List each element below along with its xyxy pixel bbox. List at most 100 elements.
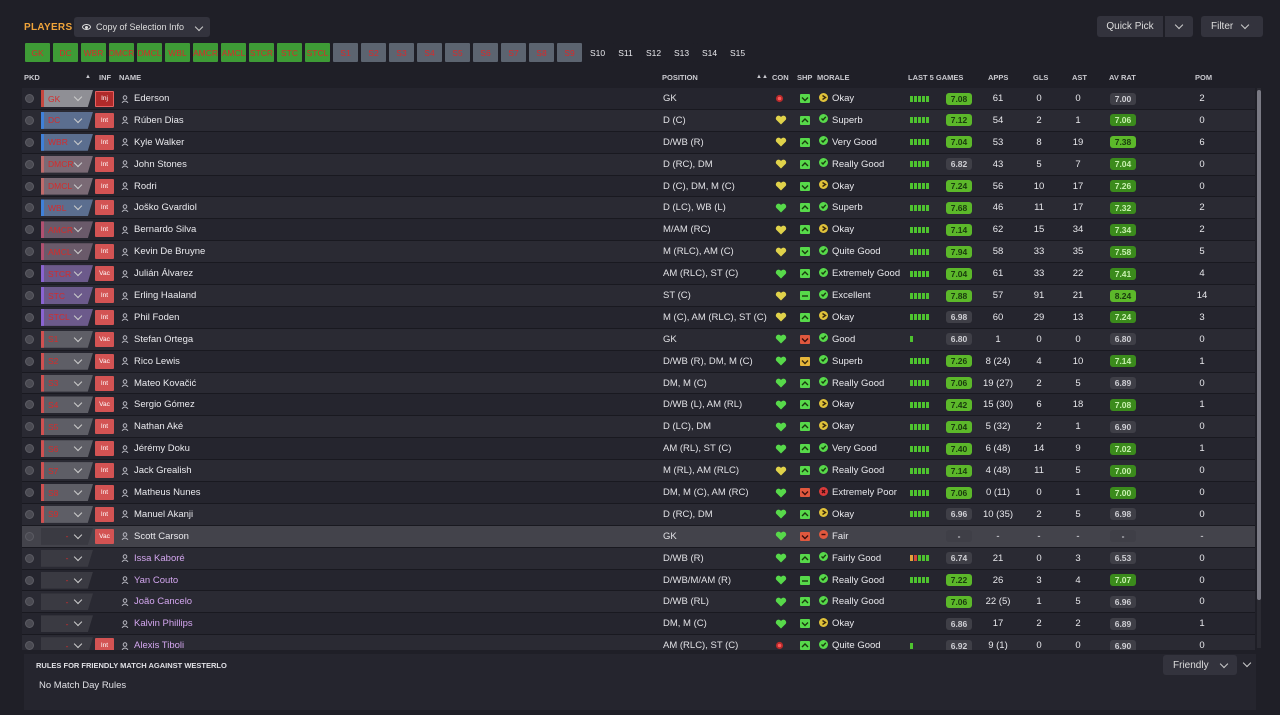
table-row[interactable]: DC Int Rúben Dias D (C) Superb 7.12 54 2 1 7.06 0: [22, 109, 1255, 132]
selection-position[interactable]: -: [41, 591, 93, 612]
selection-position[interactable]: -: [41, 570, 93, 591]
table-row[interactable]: - Int Alexis Tiboli AM (RLC), ST (C) Quite G…: [22, 635, 1255, 650]
chevron-down-icon[interactable]: [73, 154, 83, 175]
chevron-down-icon[interactable]: [73, 351, 83, 372]
chevron-down-icon[interactable]: [73, 373, 83, 394]
table-row[interactable]: S2 Vac Rico Lewis D/WB (R), DM, M (C) Superb…: [22, 350, 1255, 373]
col-position[interactable]: POSITION: [662, 73, 698, 82]
slot-s13[interactable]: S13: [669, 43, 694, 62]
slot-dmcr[interactable]: DMCR: [109, 43, 134, 62]
scrollbar-thumb[interactable]: [1257, 90, 1261, 600]
player-name[interactable]: Jérémy Doku: [134, 438, 190, 459]
table-row[interactable]: GK Inj Ederson GK Okay 7.08 61 0 0 7.00 2: [22, 88, 1255, 110]
slot-stc[interactable]: STC: [277, 43, 302, 62]
slot-s7[interactable]: S7: [501, 43, 526, 62]
chevron-down-icon[interactable]: [73, 285, 83, 306]
pick-toggle[interactable]: [25, 504, 34, 525]
chevron-down-icon[interactable]: [73, 460, 83, 481]
player-name[interactable]: Joško Gvardiol: [134, 197, 197, 218]
match-type-select[interactable]: Friendly: [1163, 655, 1237, 675]
player-name[interactable]: Sergio Gómez: [134, 394, 195, 415]
chevron-down-icon[interactable]: [73, 307, 83, 328]
player-name[interactable]: Bernardo Silva: [134, 219, 196, 240]
selection-position[interactable]: STCR: [41, 263, 93, 284]
player-name[interactable]: Kalvin Phillips: [134, 613, 193, 634]
slot-s11[interactable]: S11: [613, 43, 638, 62]
col-ast[interactable]: AST: [1072, 73, 1087, 82]
chevron-down-icon[interactable]: [73, 132, 83, 153]
chevron-down-icon[interactable]: [73, 329, 83, 350]
table-row[interactable]: AMCR Int Bernardo Silva M/AM (RC) Okay 7.14 62…: [22, 219, 1255, 242]
pick-toggle[interactable]: [25, 219, 34, 240]
chevron-down-icon[interactable]: [73, 482, 83, 503]
chevron-down-icon[interactable]: [73, 613, 83, 634]
selection-position[interactable]: DMCL: [41, 176, 93, 197]
pick-toggle[interactable]: [25, 548, 34, 569]
view-selector[interactable]: Copy of Selection Info: [74, 17, 210, 37]
pick-toggle[interactable]: [25, 154, 34, 175]
table-row[interactable]: S1 Vac Stefan Ortega GK Good 6.80 1 0 0 6.80 0: [22, 328, 1255, 351]
slot-s4[interactable]: S4: [417, 43, 442, 62]
table-row[interactable]: S4 Vac Sergio Gómez D/WB (L), AM (RL) Okay 7.…: [22, 394, 1255, 417]
table-row[interactable]: DMCL Int Rodri D (C), DM, M (C) Okay 7.24 56 10…: [22, 175, 1255, 198]
player-name[interactable]: Phil Foden: [134, 307, 179, 328]
pick-toggle[interactable]: [25, 460, 34, 481]
chevron-down-icon[interactable]: [73, 263, 83, 284]
table-row[interactable]: STCR Vac Julián Álvarez AM (RLC), ST (C) Ext…: [22, 263, 1255, 286]
quick-pick-dropdown[interactable]: [1165, 16, 1193, 37]
chevron-down-icon[interactable]: [73, 635, 83, 650]
col-morale[interactable]: MORALE: [817, 73, 850, 82]
slot-s3[interactable]: S3: [389, 43, 414, 62]
pick-toggle[interactable]: [25, 613, 34, 634]
player-name[interactable]: Yan Couto: [134, 570, 178, 591]
chevron-down-icon[interactable]: [73, 438, 83, 459]
selection-position[interactable]: S8: [41, 482, 93, 503]
pick-toggle[interactable]: [25, 176, 34, 197]
table-row[interactable]: S8 Int Matheus Nunes DM, M (C), AM (RC) Extr…: [22, 482, 1255, 504]
pick-toggle[interactable]: [25, 526, 34, 547]
slot-s8[interactable]: S8: [529, 43, 554, 62]
selection-position[interactable]: DC: [41, 110, 93, 131]
pick-toggle[interactable]: [25, 482, 34, 503]
slot-s15[interactable]: S15: [725, 43, 750, 62]
selection-position[interactable]: S4: [41, 394, 93, 415]
slot-s10[interactable]: S10: [585, 43, 610, 62]
slot-wbl[interactable]: WBL: [165, 43, 190, 62]
table-row[interactable]: - João Cancelo D/WB (RL) Really Good 7.06 22 …: [22, 591, 1255, 614]
col-shp[interactable]: SHP: [797, 73, 812, 82]
col-avrat[interactable]: AV RAT: [1109, 73, 1136, 82]
chevron-down-icon[interactable]: [73, 219, 83, 240]
pick-toggle[interactable]: [25, 241, 34, 262]
table-row[interactable]: S7 Int Jack Grealish M (RL), AM (RLC) Really…: [22, 460, 1255, 483]
selection-position[interactable]: -: [41, 635, 93, 650]
chevron-down-icon[interactable]: [73, 197, 83, 218]
chevron-down-icon[interactable]: [73, 416, 83, 437]
slot-dc[interactable]: DC: [53, 43, 78, 62]
pick-toggle[interactable]: [25, 351, 34, 372]
table-row[interactable]: - Yan Couto D/WB/M/AM (R) Really Good 7.22 26…: [22, 569, 1255, 592]
player-name[interactable]: Kyle Walker: [134, 132, 184, 153]
table-row[interactable]: WBR Int Kyle Walker D/WB (R) Very Good 7.04 53…: [22, 131, 1255, 154]
slot-wbr[interactable]: WBR: [81, 43, 106, 62]
pick-toggle[interactable]: [25, 394, 34, 415]
selection-position[interactable]: DMCR: [41, 154, 93, 175]
chevron-down-icon[interactable]: [73, 394, 83, 415]
col-inf[interactable]: INF: [99, 73, 111, 82]
player-name[interactable]: Rico Lewis: [134, 351, 180, 372]
pick-toggle[interactable]: [25, 197, 34, 218]
slot-amcr[interactable]: AMCR: [193, 43, 218, 62]
pick-toggle[interactable]: [25, 329, 34, 350]
col-last5[interactable]: LAST 5 GAMES: [908, 73, 963, 82]
table-row[interactable]: S6 Int Jérémy Doku AM (RL), ST (C) Very Good…: [22, 438, 1255, 461]
pick-toggle[interactable]: [25, 373, 34, 394]
slot-s12[interactable]: S12: [641, 43, 666, 62]
slot-gk[interactable]: GK: [25, 43, 50, 62]
table-row[interactable]: - Issa Kaboré D/WB (R) Fairly Good 6.74 21 0 3 6…: [22, 547, 1255, 570]
col-con[interactable]: CON: [772, 73, 789, 82]
player-name[interactable]: Rodri: [134, 176, 157, 197]
player-name[interactable]: Jack Grealish: [134, 460, 192, 481]
player-name[interactable]: Rúben Dias: [134, 110, 184, 131]
chevron-down-icon[interactable]: [73, 570, 83, 591]
selection-position[interactable]: S2: [41, 351, 93, 372]
selection-position[interactable]: -: [41, 613, 93, 634]
